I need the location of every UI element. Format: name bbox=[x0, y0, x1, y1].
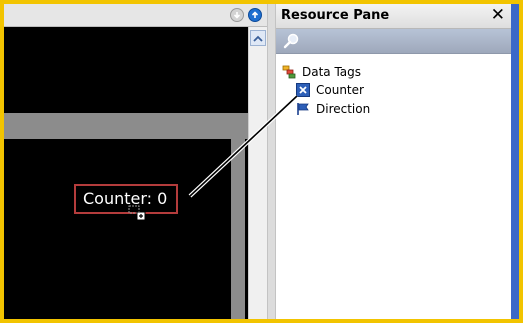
tree-item-label: Direction bbox=[316, 102, 371, 116]
tree-item-label: Counter bbox=[316, 83, 364, 97]
data-tags-icon bbox=[282, 65, 296, 79]
vertical-scrollbar[interactable] bbox=[248, 27, 267, 319]
scroll-up-arrow-icon[interactable] bbox=[250, 30, 266, 46]
scroll-down-circle-icon[interactable] bbox=[230, 8, 244, 22]
counter-display[interactable]: Counter: 0 bbox=[74, 184, 178, 214]
search-icon[interactable] bbox=[282, 32, 300, 50]
canvas-toolbar bbox=[4, 4, 267, 27]
window-edge bbox=[511, 4, 519, 319]
close-icon[interactable]: ✕ bbox=[491, 5, 505, 25]
pane-toolbar bbox=[276, 29, 511, 54]
pane-title: Resource Pane bbox=[281, 8, 390, 23]
canvas-panel-band bbox=[4, 113, 267, 139]
variable-x-icon bbox=[296, 83, 310, 97]
pane-splitter[interactable] bbox=[267, 4, 276, 319]
design-canvas[interactable]: Counter: 0 bbox=[4, 4, 267, 319]
drag-copy-cursor-icon bbox=[128, 205, 148, 221]
scroll-up-circle-icon[interactable] bbox=[248, 8, 262, 22]
resource-pane: Resource Pane ✕ Data Tags Counter Direct… bbox=[276, 4, 511, 319]
tree-item-label: Data Tags bbox=[302, 65, 362, 79]
canvas-panel-edge bbox=[231, 139, 245, 319]
app-window: Counter: 0 Resource Pane ✕ Data Tags Cou… bbox=[4, 4, 519, 319]
pane-header: Resource Pane ✕ bbox=[276, 4, 511, 29]
flag-icon bbox=[296, 102, 310, 116]
